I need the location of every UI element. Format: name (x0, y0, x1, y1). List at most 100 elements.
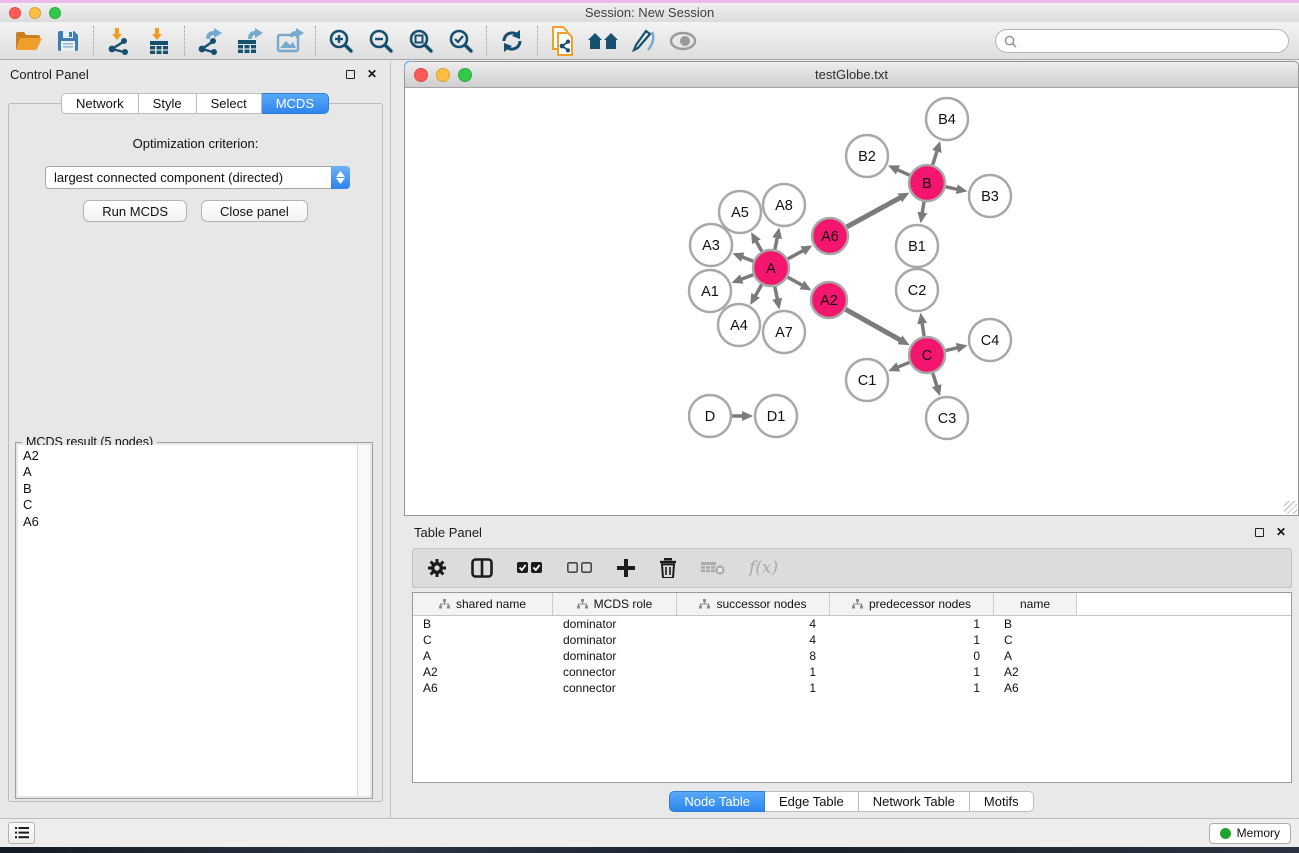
table-row[interactable]: Cdominator41C (413, 632, 1291, 648)
zoom-selected-icon[interactable] (441, 25, 481, 57)
import-table-icon[interactable] (139, 25, 179, 57)
show-columns-icon[interactable] (471, 558, 493, 578)
graph-node-C3[interactable]: C3 (926, 397, 968, 439)
graph-node-A1[interactable]: A1 (689, 270, 731, 312)
graph-node-C4[interactable]: C4 (969, 319, 1011, 361)
graph-edge[interactable] (742, 257, 753, 261)
tab-edge-table[interactable]: Edge Table (765, 791, 859, 812)
graph-node-A[interactable]: A (753, 250, 789, 286)
resize-grip-icon[interactable] (1284, 501, 1297, 514)
graph-node-A5[interactable]: A5 (719, 191, 761, 233)
add-column-icon[interactable] (617, 559, 635, 577)
graph-node-B3[interactable]: B3 (969, 175, 1011, 217)
home-icon[interactable] (583, 25, 623, 57)
graph-edge[interactable] (933, 373, 937, 386)
function-builder-icon[interactable]: f(x) (749, 558, 778, 578)
column-header[interactable]: name (994, 593, 1077, 615)
export-table-icon[interactable] (230, 25, 270, 57)
search-input[interactable] (1022, 34, 1288, 48)
select-all-icon[interactable] (517, 562, 543, 574)
close-panel-icon[interactable]: ✕ (364, 66, 380, 82)
graph-edge[interactable] (788, 250, 804, 259)
graph-node-A4[interactable]: A4 (718, 304, 760, 346)
graph-edge[interactable] (741, 275, 753, 280)
table-row[interactable]: Bdominator41B (413, 616, 1291, 632)
table-settings-icon[interactable] (427, 558, 447, 578)
tab-select[interactable]: Select (197, 93, 262, 114)
graph-edge[interactable] (922, 323, 924, 337)
graph-edge[interactable] (755, 285, 762, 297)
graph-node-B[interactable]: B (909, 165, 945, 201)
graph-node-C[interactable]: C (909, 337, 945, 373)
graph-node-B2[interactable]: B2 (846, 135, 888, 177)
graph-node-C2[interactable]: C2 (896, 269, 938, 311)
graph-edge[interactable] (897, 170, 910, 176)
tab-node-table[interactable]: Node Table (669, 791, 765, 812)
mcds-result-item[interactable]: C (23, 497, 357, 513)
zoom-fit-icon[interactable] (401, 25, 441, 57)
graph-edge[interactable] (756, 241, 762, 252)
table-row[interactable]: Adominator80A (413, 648, 1291, 664)
delete-column-icon[interactable] (659, 558, 677, 578)
export-network-icon[interactable] (190, 25, 230, 57)
tab-mcds[interactable]: MCDS (262, 93, 329, 114)
graph-edge[interactable] (922, 202, 924, 214)
graph-edge[interactable] (846, 309, 901, 340)
float-panel-icon[interactable] (342, 66, 358, 82)
float-table-panel-icon[interactable] (1251, 524, 1267, 540)
highlight-icon[interactable] (623, 25, 663, 57)
close-table-panel-icon[interactable]: ✕ (1273, 524, 1289, 540)
mcds-result-item[interactable]: B (23, 481, 357, 497)
graph-node-A3[interactable]: A3 (690, 224, 732, 266)
mcds-result-list[interactable]: A2ABCA6 (18, 445, 370, 796)
mcds-result-item[interactable]: A6 (23, 514, 357, 530)
export-image-icon[interactable] (270, 25, 310, 57)
list-scrollbar[interactable] (357, 445, 370, 796)
memory-button[interactable]: Memory (1209, 823, 1291, 844)
graph-node-A6[interactable]: A6 (812, 218, 848, 254)
graph-node-D1[interactable]: D1 (755, 395, 797, 437)
network-titlebar[interactable]: testGlobe.txt (405, 62, 1298, 88)
graph-node-A7[interactable]: A7 (763, 311, 805, 353)
tab-network-table[interactable]: Network Table (859, 791, 970, 812)
column-header[interactable]: successor nodes (677, 593, 830, 615)
tab-style[interactable]: Style (139, 93, 197, 114)
show-hide-icon[interactable] (663, 25, 703, 57)
task-history-icon[interactable] (8, 822, 35, 844)
tab-motifs[interactable]: Motifs (970, 791, 1034, 812)
zoom-out-icon[interactable] (361, 25, 401, 57)
graph-node-A8[interactable]: A8 (763, 184, 805, 226)
table-row[interactable]: A2connector11A2 (413, 664, 1291, 680)
graph-edge[interactable] (788, 277, 803, 285)
graph-node-A2[interactable]: A2 (811, 282, 847, 318)
delete-table-icon[interactable] (701, 560, 725, 576)
network-canvas[interactable]: B4B2BB3A5A8A6A3B1AA1C2A2A4A7C4CC1DD1C3 (405, 89, 1298, 515)
graph-node-D[interactable]: D (689, 395, 731, 437)
graph-edge[interactable] (946, 187, 958, 189)
column-header[interactable]: MCDS role (553, 593, 677, 615)
graph-edge[interactable] (775, 237, 777, 249)
clone-network-icon[interactable] (543, 25, 583, 57)
save-session-icon[interactable] (48, 25, 88, 57)
open-file-icon[interactable] (8, 25, 48, 57)
run-mcds-button[interactable]: Run MCDS (83, 200, 187, 222)
close-panel-button[interactable]: Close panel (201, 200, 308, 222)
mcds-result-item[interactable]: A2 (23, 448, 357, 464)
refresh-icon[interactable] (492, 25, 532, 57)
graph-edge[interactable] (933, 150, 937, 164)
tab-network[interactable]: Network (61, 93, 139, 114)
table-row[interactable]: A6connector11A6 (413, 680, 1291, 696)
graph-edge[interactable] (945, 348, 957, 351)
zoom-in-icon[interactable] (321, 25, 361, 57)
graph-edge[interactable] (775, 287, 778, 300)
mcds-result-item[interactable]: A (23, 464, 357, 480)
import-network-icon[interactable] (99, 25, 139, 57)
graph-node-B4[interactable]: B4 (926, 98, 968, 140)
graph-edge[interactable] (897, 362, 909, 367)
column-header[interactable]: predecessor nodes (830, 593, 994, 615)
graph-edge[interactable] (847, 197, 901, 227)
column-header[interactable]: shared name (413, 593, 553, 615)
toolbar-search[interactable] (995, 29, 1289, 53)
optimization-dropdown[interactable]: largest connected component (directed) (45, 166, 350, 189)
graph-node-C1[interactable]: C1 (846, 359, 888, 401)
